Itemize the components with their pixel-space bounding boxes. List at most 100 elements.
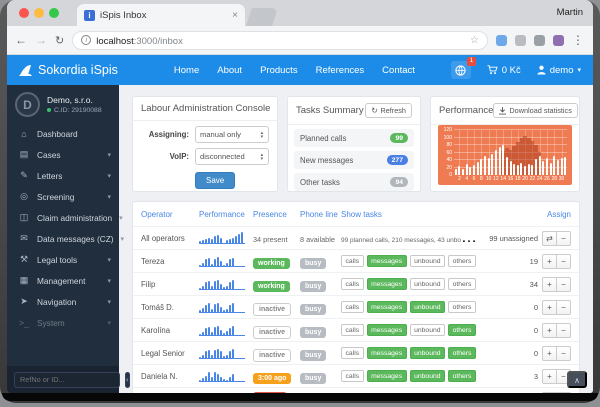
task-filter-messages-button[interactable]: messages — [367, 347, 407, 359]
back-icon[interactable]: ← — [15, 33, 27, 47]
task-count-badge: 99 — [390, 133, 408, 143]
task-filter-unbound-button[interactable]: unbound — [410, 301, 445, 313]
address-input[interactable]: i localhost:3000/inbox ☆ — [72, 31, 488, 50]
sidebar-item-dashboard[interactable]: ⌂Dashboard — [7, 123, 119, 144]
nav-item-references[interactable]: References — [316, 65, 365, 76]
task-filter-others-button[interactable]: others — [448, 370, 476, 382]
sidebar-item-cases[interactable]: ▤Cases▾ — [7, 144, 119, 165]
column-header-phone-line[interactable]: Phone line — [300, 210, 341, 219]
task-filter-calls-button[interactable]: calls — [341, 370, 364, 382]
plus-button[interactable]: + — [542, 277, 557, 292]
sidebar-item-legal-tools[interactable]: ⚒Legal tools▾ — [7, 249, 119, 270]
column-header-operator[interactable]: Operator — [141, 210, 199, 219]
plus-button[interactable]: + — [542, 346, 557, 361]
plus-button[interactable]: + — [542, 254, 557, 269]
task-filter-messages-button[interactable]: messages — [367, 370, 407, 382]
chevron-down-icon: ▾ — [107, 193, 111, 201]
download-statistics-button[interactable]: Download statistics — [493, 103, 577, 118]
task-filter-unbound-button[interactable]: unbound — [410, 255, 445, 267]
sidebar-item-management[interactable]: ▦Management▾ — [7, 270, 119, 291]
forward-icon[interactable]: → — [35, 33, 47, 47]
task-filter-others-button[interactable]: others — [448, 301, 476, 313]
extension-icon[interactable] — [553, 35, 564, 46]
column-header-show-tasks[interactable]: Show tasks — [341, 210, 479, 219]
extension-icon[interactable] — [515, 35, 526, 46]
task-filter-unbound-button[interactable]: unbound — [410, 347, 445, 359]
sidebar-item-data-messages-cz[interactable]: ✉Data messages (CZ)▾ — [7, 228, 119, 249]
show-tasks-buttons: callsmessagesunboundothers — [341, 370, 479, 382]
plus-button[interactable]: + — [542, 300, 557, 315]
plus-button[interactable]: + — [542, 323, 557, 338]
minus-button[interactable]: − — [556, 231, 571, 246]
task-filter-calls-button[interactable]: calls — [341, 278, 364, 290]
refresh-button[interactable]: ↻ Refresh — [365, 103, 412, 118]
nav-item-products[interactable]: Products — [260, 65, 298, 76]
task-filter-calls-button[interactable]: calls — [341, 255, 364, 267]
reload-icon[interactable]: ↻ — [55, 34, 64, 47]
minus-button[interactable]: − — [556, 346, 571, 361]
minus-button[interactable]: − — [556, 254, 571, 269]
user-menu[interactable]: demo ▾ — [537, 65, 581, 76]
task-filter-messages-button[interactable]: messages — [367, 301, 407, 313]
window-minimize-button[interactable] — [34, 8, 44, 18]
shuffle-button[interactable]: ⇄ — [542, 231, 557, 246]
assign-buttons: +− — [542, 392, 571, 394]
task-filter-others-button[interactable]: others — [448, 324, 476, 336]
sidebar-item-screening[interactable]: ◎Screening▾ — [7, 186, 119, 207]
minus-button[interactable]: − — [556, 300, 571, 315]
assigning-select[interactable]: manual only ▲▼ — [195, 126, 269, 143]
refno-search-input[interactable] — [14, 372, 120, 388]
task-filter-messages-button[interactable]: messages — [367, 255, 407, 267]
task-count-badge: 94 — [390, 177, 408, 187]
task-filter-calls-button[interactable]: calls — [341, 301, 364, 313]
sidebar-item-claim-administration[interactable]: ◫Claim administration▾ — [7, 207, 119, 228]
task-filter-messages-button[interactable]: messages — [367, 324, 407, 336]
info-icon[interactable]: i — [81, 35, 91, 45]
save-button[interactable]: Save — [195, 172, 235, 189]
nav-item-about[interactable]: About — [217, 65, 242, 76]
extension-icon[interactable] — [496, 35, 507, 46]
task-filter-calls-button[interactable]: calls — [341, 324, 364, 336]
brand[interactable]: Sokordia iSpis — [19, 63, 118, 77]
sidebar-item-navigation[interactable]: ➤Navigation▾ — [7, 291, 119, 312]
chrome-profile-name[interactable]: Martin — [557, 7, 583, 18]
task-filter-others-button[interactable]: others — [448, 278, 476, 290]
plus-button[interactable]: + — [542, 392, 557, 394]
task-filter-messages-button[interactable]: messages — [367, 278, 407, 290]
task-filter-calls-button[interactable]: calls — [341, 347, 364, 359]
task-filter-others-button[interactable]: others — [448, 255, 476, 267]
sidebar-item-label: Screening — [37, 192, 100, 202]
plus-button[interactable]: + — [542, 369, 557, 384]
table-header-row: OperatorPerformancePresencePhone lineSho… — [133, 202, 579, 226]
sidebar-item-system[interactable]: >_System▾ — [7, 312, 119, 333]
new-tab-button[interactable] — [246, 8, 278, 26]
extension-icon[interactable] — [534, 35, 545, 46]
sidebar-collapse-icon[interactable]: ‹ — [125, 372, 130, 388]
task-filter-unbound-button[interactable]: unbound — [410, 324, 445, 336]
task-filter-unbound-button[interactable]: unbound — [410, 370, 445, 382]
window-close-button[interactable] — [19, 8, 29, 18]
browser-menu-icon[interactable]: ⋮ — [572, 33, 585, 47]
minus-button[interactable]: − — [556, 323, 571, 338]
column-header-performance[interactable]: Performance — [199, 210, 253, 219]
window-zoom-button[interactable] — [49, 8, 59, 18]
nav-item-home[interactable]: Home — [174, 65, 199, 76]
minus-button[interactable]: − — [556, 392, 571, 394]
column-header-assign[interactable]: Assign — [479, 210, 571, 219]
sidebar-item-letters[interactable]: ✎Letters▾ — [7, 165, 119, 186]
table-row: All operators34 present8 available99 pla… — [133, 226, 579, 249]
cart-button[interactable]: 0 Kč — [487, 65, 521, 76]
nav-item-contact[interactable]: Contact — [382, 65, 415, 76]
tab-close-icon[interactable]: × — [232, 10, 238, 21]
minus-button[interactable]: − — [556, 277, 571, 292]
bookmark-star-icon[interactable]: ☆ — [470, 35, 479, 46]
notifications-button[interactable]: 1 — [451, 61, 471, 79]
scroll-to-top-button[interactable]: ∧ — [567, 371, 587, 388]
column-header-presence[interactable]: Presence — [253, 210, 300, 219]
task-filter-unbound-button[interactable]: unbound — [410, 278, 445, 290]
voip-select[interactable]: disconnected ▲▼ — [195, 148, 269, 165]
task-summary-row: New messages277 — [294, 151, 414, 169]
presence-badge: inactive — [253, 326, 291, 339]
browser-tab[interactable]: i iSpis Inbox × — [77, 4, 245, 26]
task-filter-others-button[interactable]: others — [448, 347, 476, 359]
